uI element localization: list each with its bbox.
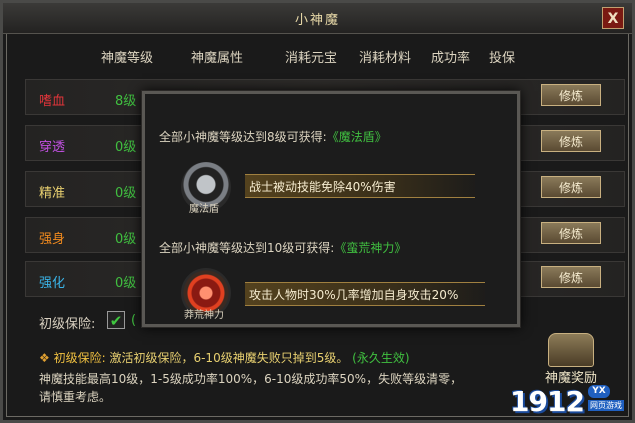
row-name: 精准 <box>39 186 66 201</box>
small-god-demon-window: 小神魔 X 神魔等级 神魔属性 消耗元宝 消耗材料 成功率 投保 嗜血 8级 修… <box>0 0 635 423</box>
popup-condition-8: 全部小神魔等级达到8级可获得: <box>159 130 327 144</box>
insurance-label: 初级保险: <box>39 317 96 332</box>
title-bar: 小神魔 X <box>3 3 632 34</box>
popup-line-10: 全部小神魔等级达到10级可获得:《蛮荒神力》 <box>159 239 406 256</box>
skill-description: 神魔技能最高10级，1-5级成功率100%，6-10级成功率50%，失败等级清零… <box>39 370 519 406</box>
tip-label: 初级保险: <box>53 351 106 365</box>
insurance-tip: ❖ 初级保险: 激活初级保险，6-10级神魔失败只掉到5级。 (永久生效) <box>39 349 410 366</box>
header-level: 神魔等级 <box>101 51 154 66</box>
watermark-subtitle: 网页游戏 <box>588 400 624 411</box>
description-line: 神魔技能最高10级，1-5级成功率100%，6-10级成功率50%，失败等级清零… <box>39 372 463 386</box>
wild-power-label: 莽荒神力 <box>184 310 224 321</box>
column-headers: 神魔等级 神魔属性 消耗元宝 消耗材料 成功率 投保 <box>3 47 632 69</box>
diamond-icon: ❖ <box>39 351 50 365</box>
row-level: 0级 <box>115 232 137 247</box>
row-level: 0级 <box>115 186 137 201</box>
magic-shield-effect: 战士被动技能免除40%伤害 <box>245 174 475 198</box>
header-attribute: 神魔属性 <box>191 51 244 66</box>
row-name: 强身 <box>39 232 66 247</box>
watermark-badge: YX <box>588 385 610 398</box>
popup-line-8: 全部小神魔等级达到8级可获得:《魔法盾》 <box>159 128 387 145</box>
cultivate-button[interactable]: 修炼 <box>541 222 601 244</box>
popup-condition-10: 全部小神魔等级达到10级可获得: <box>159 241 335 255</box>
window-title: 小神魔 <box>294 13 340 28</box>
row-level: 8级 <box>115 94 137 109</box>
popup-item-8: 《魔法盾》 <box>326 130 387 144</box>
magic-shield-label: 魔法盾 <box>189 204 219 215</box>
reward-label: 神魔奖励 <box>544 371 597 386</box>
close-button[interactable]: X <box>602 7 624 29</box>
treasure-chest-icon <box>548 333 594 367</box>
cultivate-button[interactable]: 修炼 <box>541 130 601 152</box>
check-icon: ✔ <box>109 312 123 330</box>
row-name: 穿透 <box>39 140 66 155</box>
row-name: 嗜血 <box>39 94 66 109</box>
cultivate-button[interactable]: 修炼 <box>541 176 601 198</box>
header-cost-gold: 消耗元宝 <box>285 51 338 66</box>
cultivate-button[interactable]: 修炼 <box>541 266 601 288</box>
site-watermark-logo: 1912 YX 网页游戏 <box>506 385 632 420</box>
description-line: 请慎重考虑。 <box>39 390 112 404</box>
popup-item-10: 《蛮荒神力》 <box>334 241 407 255</box>
insurance-checkbox[interactable]: ✔ <box>107 311 125 330</box>
tip-permanent: (永久生效) <box>352 351 410 365</box>
header-insure: 投保 <box>489 51 516 66</box>
cultivate-button[interactable]: 修炼 <box>541 84 601 106</box>
row-name: 强化 <box>39 276 66 291</box>
wild-power-effect: 攻击人物时30%几率增加自身攻击20% <box>245 282 485 306</box>
row-level: 0级 <box>115 140 137 155</box>
header-cost-material: 消耗材料 <box>359 51 412 66</box>
insurance-paren: ( <box>131 313 137 328</box>
tip-text: 激活初级保险，6-10级神魔失败只掉到5级。 <box>109 351 349 365</box>
row-level: 0级 <box>115 276 137 291</box>
reward-popup: 全部小神魔等级达到8级可获得:《魔法盾》 魔法盾 战士被动技能免除40%伤害 全… <box>142 91 520 327</box>
header-success-rate: 成功率 <box>431 51 471 66</box>
watermark-number: 1912 <box>510 385 585 418</box>
